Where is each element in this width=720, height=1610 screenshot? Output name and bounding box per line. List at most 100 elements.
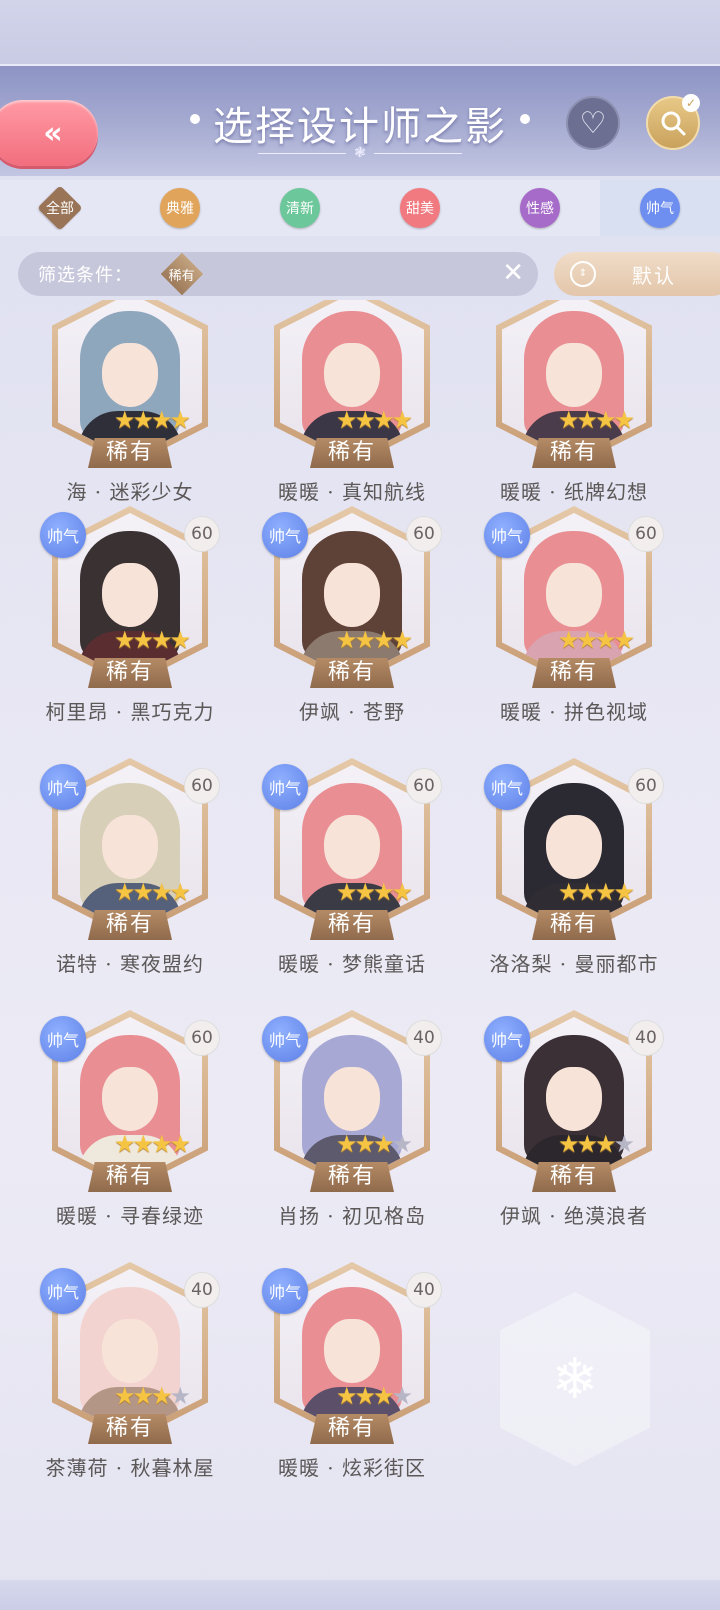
designer-card[interactable]: ★★★★ 稀有 帅气 40 茶薄荷 · 秋暮林屋	[40, 1256, 220, 1496]
designer-card[interactable]: ★★★★ 稀有 帅气 40 伊飒 · 绝漠浪者	[484, 1004, 664, 1244]
designer-card[interactable]: ★★★★ 稀有 帅气 40 暖暖 · 炫彩街区	[262, 1256, 442, 1496]
card-name: 肖扬 · 初见格岛	[277, 1204, 427, 1228]
card-name: 伊飒 · 苍野	[298, 700, 406, 724]
card-name: 洛洛梨 · 曼丽都市	[489, 952, 659, 976]
portrait-face	[102, 1319, 158, 1383]
star-icon: ★	[595, 878, 616, 906]
rarity-banner: 稀有	[310, 658, 394, 688]
style-badge: 帅气	[40, 512, 86, 558]
sort-arrows-icon: ⇕	[570, 261, 596, 287]
star-icon: ★	[114, 626, 135, 654]
star-icon: ★	[151, 406, 172, 434]
designer-card[interactable]: ★★★★ 稀有 帅气 40 肖扬 · 初见格岛	[262, 1004, 442, 1244]
portrait-face	[546, 815, 602, 879]
title-ornament: ❃	[250, 145, 470, 161]
portrait-face	[546, 343, 602, 407]
designer-card[interactable]: ★★★★ 稀有 帅气 60 诺特 · 寒夜盟约	[40, 752, 220, 992]
tab-chip: 帅气	[640, 188, 680, 228]
rarity-banner: 稀有	[88, 910, 172, 940]
search-button[interactable]: ✓	[646, 94, 700, 150]
level-badge: 60	[406, 516, 442, 552]
designer-card[interactable]: ★★★★ 稀有 暖暖 · 纸牌幻想	[484, 300, 664, 520]
sort-label: 默认	[632, 263, 676, 288]
level-badge: 60	[406, 768, 442, 804]
level-badge: 60	[184, 768, 220, 804]
tab-label: 性感	[526, 201, 554, 217]
close-icon[interactable]: ✕	[502, 258, 524, 288]
style-badge: 帅气	[262, 1268, 308, 1314]
star-icon: ★	[132, 878, 154, 906]
star-icon: ★	[114, 406, 135, 434]
star-icon: ★	[354, 626, 376, 654]
designer-card[interactable]: ★★★★ 稀有 帅气 60 暖暖 · 寻春绿迹	[40, 1004, 220, 1244]
level-badge: 40	[406, 1020, 442, 1056]
star-icon: ★	[576, 878, 598, 906]
style-badge: 帅气	[484, 764, 530, 810]
filter-label: 筛选条件：	[38, 265, 133, 286]
star-rating: ★★★★	[336, 626, 413, 654]
star-rating: ★★★★	[114, 406, 191, 434]
tab-chip: 全部	[37, 185, 83, 231]
rarity-banner: 稀有	[532, 910, 616, 940]
star-rating: ★★★★	[336, 406, 413, 434]
star-icon: ★	[613, 406, 635, 434]
star-icon: ★	[336, 406, 357, 434]
style-badge: 帅气	[262, 764, 308, 810]
star-icon: ★	[576, 1130, 598, 1158]
star-icon: ★	[354, 1130, 376, 1158]
designer-card[interactable]: ★★★★ 稀有 帅气 60 伊飒 · 苍野	[262, 500, 442, 740]
sort-button[interactable]: ⇕ 默认	[554, 252, 720, 296]
star-icon: ★	[132, 406, 154, 434]
designer-card[interactable]: ★★★★ 稀有 帅气 60 柯里昂 · 黑巧克力	[40, 500, 220, 740]
tab-label: 清新	[286, 201, 314, 217]
filter-bar[interactable]: 筛选条件： 稀有 ✕	[18, 252, 538, 296]
star-icon: ★	[114, 1130, 135, 1158]
rarity-banner: 稀有	[88, 1162, 172, 1192]
star-rating: ★★★★	[558, 1130, 635, 1158]
designer-card[interactable]: ★★★★ 稀有 帅气 60 洛洛梨 · 曼丽都市	[484, 752, 664, 992]
style-badge: 帅气	[484, 512, 530, 558]
tab-3[interactable]: 甜美	[360, 180, 480, 236]
star-icon: ★	[132, 1382, 154, 1410]
designer-card[interactable]: ★★★★ 稀有 帅气 60 暖暖 · 拼色视域	[484, 500, 664, 740]
rarity-banner: 稀有	[88, 1414, 172, 1444]
style-badge: 帅气	[40, 1016, 86, 1062]
star-icon: ★	[613, 1130, 635, 1158]
designer-card[interactable]: ★★★★ 稀有海 · 迷彩少女	[40, 300, 220, 520]
level-badge: 40	[184, 1272, 220, 1308]
portrait-face	[324, 343, 380, 407]
tab-chip: 性感	[520, 188, 560, 228]
star-icon: ★	[114, 878, 135, 906]
designer-card[interactable]: ★★★★ 稀有 帅气 60 暖暖 · 梦熊童话	[262, 752, 442, 992]
star-icon: ★	[595, 406, 616, 434]
tab-chip: 典雅	[160, 188, 200, 228]
star-rating: ★★★★	[114, 1130, 191, 1158]
heart-icon: ♡	[579, 105, 607, 141]
star-rating: ★★★★	[114, 626, 191, 654]
card-name: 暖暖 · 梦熊童话	[277, 952, 427, 976]
star-icon: ★	[169, 406, 191, 434]
style-badge: 帅气	[262, 1016, 308, 1062]
star-rating: ★★★★	[114, 1382, 191, 1410]
header: « 选择设计师之影 ❃ ♡ ✓	[0, 64, 720, 176]
star-rating: ★★★★	[114, 878, 191, 906]
star-icon: ★	[391, 626, 413, 654]
favorite-button[interactable]: ♡	[566, 96, 620, 150]
filter-tag-rare[interactable]: 稀有	[160, 252, 204, 296]
star-rating: ★★★★	[558, 878, 635, 906]
star-icon: ★	[336, 1382, 357, 1410]
tab-2[interactable]: 清新	[240, 180, 360, 236]
filter-tag-label: 稀有	[168, 268, 196, 284]
designer-card[interactable]: ★★★★ 稀有 暖暖 · 真知航线	[262, 300, 442, 520]
star-icon: ★	[169, 1130, 191, 1158]
tab-4[interactable]: 性感	[480, 180, 600, 236]
star-rating: ★★★★	[336, 878, 413, 906]
star-icon: ★	[169, 1382, 191, 1410]
tab-label: 甜美	[406, 201, 434, 217]
tab-0[interactable]: 全部	[0, 180, 120, 236]
top-decoration-strip	[0, 0, 720, 64]
tab-5[interactable]: 帅气	[600, 180, 720, 236]
star-icon: ★	[114, 1382, 135, 1410]
style-badge: 帅气	[262, 512, 308, 558]
tab-1[interactable]: 典雅	[120, 180, 240, 236]
